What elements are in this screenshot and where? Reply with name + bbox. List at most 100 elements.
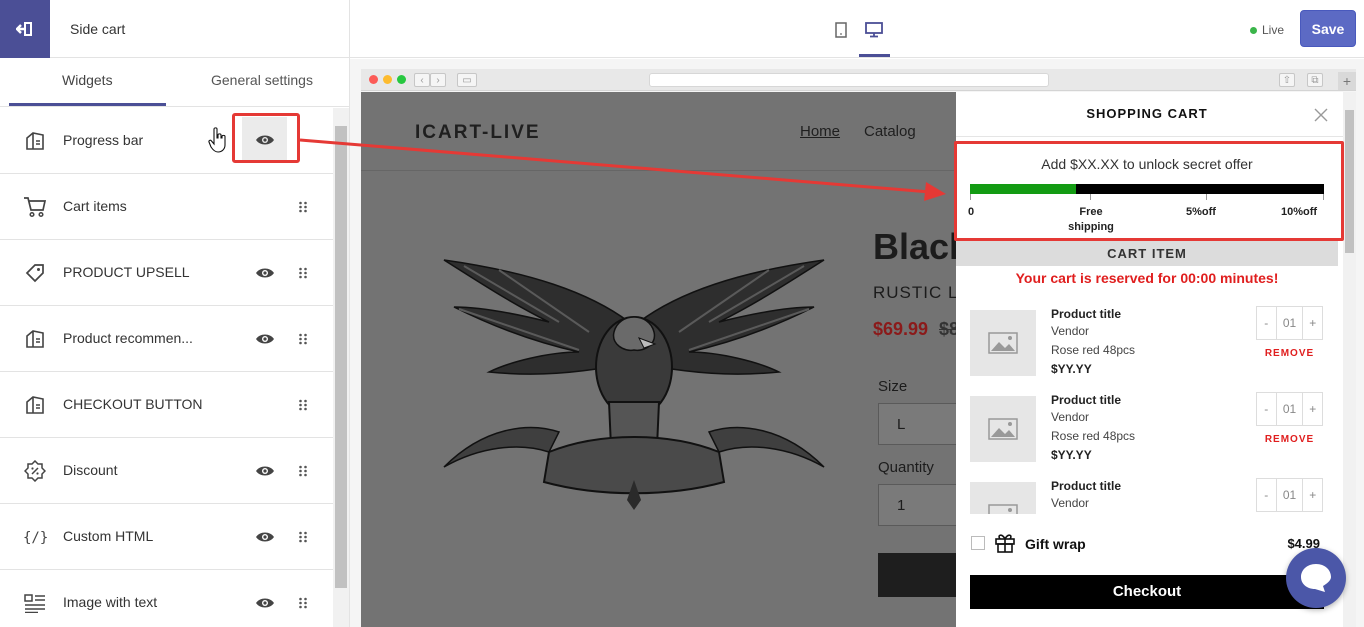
item-variant: Rose red 48pcs [1051, 343, 1136, 357]
remove-button[interactable]: REMOVE [1256, 434, 1323, 445]
product-image-placeholder [970, 310, 1036, 376]
quantity-stepper: -01 + [1256, 392, 1323, 426]
tab-general-settings[interactable]: General settings [211, 72, 313, 88]
widget-label: PRODUCT UPSELL [63, 264, 190, 280]
device-tab-indicator [859, 54, 890, 57]
cart-items-heading: CART ITEM [956, 241, 1338, 266]
item-price: $YY.YY [1051, 362, 1092, 376]
reservation-timer: Your cart is reserved for 00:00 minutes! [1015, 270, 1279, 286]
add-to-cart-button [878, 553, 956, 597]
widget-custom-html[interactable]: {/} Custom HTML [0, 504, 333, 570]
drag-handle-icon[interactable] [297, 266, 309, 280]
gift-wrap-label: Gift wrap [1025, 536, 1086, 552]
item-vendor: Vendor [1051, 324, 1090, 338]
chevron-right-icon: › [430, 73, 446, 87]
size-select: L [878, 403, 956, 445]
item-variant: Rose red 48pcs [1051, 429, 1136, 443]
top-bar: Side cart Live Save [0, 0, 1364, 58]
eye-icon[interactable] [255, 462, 275, 480]
drag-handle-icon[interactable] [297, 530, 309, 544]
widget-checkout-button[interactable]: CHECKOUT BUTTON [0, 372, 333, 438]
cart-line-item: Product title Vendor Rose red 48pcs $YY.… [956, 302, 1338, 388]
sidebar-tabs: Widgets General settings [0, 58, 349, 107]
eye-icon[interactable] [255, 594, 275, 612]
cart-title: SHOPPING CART [1086, 106, 1208, 121]
eye-icon[interactable] [255, 330, 275, 348]
drag-handle-icon[interactable] [297, 332, 309, 346]
cart-icon [23, 195, 47, 219]
exit-button[interactable] [0, 0, 50, 58]
minimize-dot-icon [383, 75, 392, 84]
desktop-view-button[interactable] [862, 18, 886, 42]
increment-button[interactable]: + [1303, 393, 1322, 425]
widget-label: Product recommen... [63, 330, 193, 346]
new-tab-icon: + [1338, 72, 1356, 90]
nav-home: Home [800, 123, 841, 140]
widget-product-recommendations[interactable]: Product recommen... [0, 306, 333, 372]
progress-bar-highlight [954, 141, 1344, 241]
item-title: Product title [1051, 393, 1122, 407]
product-image-placeholder [970, 396, 1036, 462]
share-icon: ⇧ [1279, 73, 1295, 87]
active-tab-indicator [9, 103, 166, 106]
decrement-button[interactable]: - [1257, 393, 1276, 425]
product-price: $69.99 [873, 319, 929, 339]
close-icon[interactable] [1314, 108, 1328, 122]
widget-icon [23, 129, 47, 153]
drag-handle-icon[interactable] [297, 200, 309, 214]
item-title: Product title [1051, 307, 1122, 321]
checkout-button[interactable]: Checkout [970, 575, 1324, 609]
product-image-placeholder [970, 482, 1036, 514]
close-dot-icon [369, 75, 378, 84]
drag-handle-icon[interactable] [297, 398, 309, 412]
save-button[interactable]: Save [1300, 10, 1356, 47]
eye-icon[interactable] [255, 528, 275, 546]
sidebar-toggle-icon: ▭ [457, 73, 477, 87]
mobile-icon [835, 22, 847, 38]
store-logo: ICART-LIVE [415, 122, 541, 143]
widget-product-upsell[interactable]: PRODUCT UPSELL [0, 240, 333, 306]
widget-image-with-text[interactable]: Image with text [0, 570, 333, 627]
increment-button[interactable]: + [1303, 479, 1322, 511]
cart-line-item: Product title Vendor Rose red 48pcs $YY.… [956, 388, 1338, 474]
gift-wrap-checkbox[interactable] [971, 536, 985, 550]
quantity-value[interactable]: 01 [1275, 479, 1304, 511]
item-title: Product title [1051, 479, 1122, 493]
increment-button[interactable]: + [1303, 307, 1322, 339]
widget-icon [23, 393, 47, 417]
chat-bubble-icon [1301, 564, 1331, 592]
item-vendor: Vendor [1051, 410, 1090, 424]
drag-handle-icon[interactable] [297, 596, 309, 610]
decrement-button[interactable]: - [1257, 479, 1276, 511]
remove-button[interactable]: REMOVE [1256, 348, 1323, 359]
page-title: Side cart [70, 21, 126, 37]
nav-catalog: Catalog [864, 123, 916, 140]
widget-discount[interactable]: Discount [0, 438, 333, 504]
product-compare-price: $8 [939, 319, 956, 339]
quantity-value[interactable]: 01 [1275, 393, 1304, 425]
svg-text:{/}: {/} [23, 530, 47, 546]
quantity-value[interactable]: 01 [1275, 307, 1304, 339]
eye-icon[interactable] [255, 264, 275, 282]
chat-launcher-button[interactable] [1286, 548, 1346, 608]
cart-line-item: Product title Vendor -01 + [956, 474, 1338, 514]
discount-icon [23, 459, 47, 483]
eye-toggle-highlight [232, 113, 300, 163]
decrement-button[interactable]: - [1257, 307, 1276, 339]
preview-scrollbar-thumb[interactable] [1345, 110, 1354, 253]
tab-widgets[interactable]: Widgets [62, 72, 113, 88]
hand-cursor-icon [208, 127, 226, 153]
product-title: Black [873, 226, 956, 267]
drag-handle-icon[interactable] [297, 464, 309, 478]
image-icon [988, 418, 1018, 440]
chevron-left-icon: ‹ [414, 73, 430, 87]
sidebar-scrollbar-thumb[interactable] [335, 126, 347, 588]
size-label: Size [878, 378, 908, 395]
widget-label: Progress bar [63, 132, 144, 148]
widget-cart-items[interactable]: Cart items [0, 174, 333, 240]
product-subtitle: RUSTIC L [873, 283, 956, 302]
mobile-view-button[interactable] [829, 18, 853, 42]
item-vendor: Vendor [1051, 496, 1090, 510]
editor-app: Side cart Live Save Widgets General sett… [0, 0, 1364, 627]
browser-chrome: ‹ › ▭ ⇧ ⧉ [361, 69, 1356, 91]
